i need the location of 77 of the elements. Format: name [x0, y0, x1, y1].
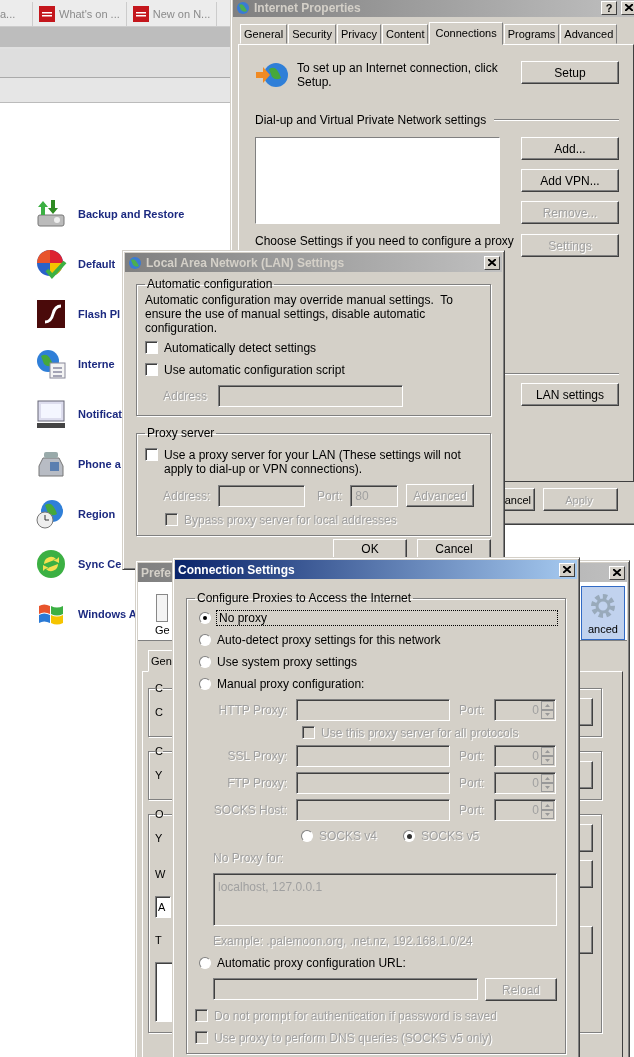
close-button[interactable] [484, 255, 500, 270]
help-button[interactable]: ? [601, 0, 617, 15]
group-label: Proxy server [146, 426, 216, 440]
radio-button[interactable]: Manual proxy configuration: [195, 677, 557, 691]
vpn-button[interactable]: Add... [521, 137, 619, 160]
globe-list-icon [35, 348, 67, 380]
monitor-icon [35, 398, 67, 430]
proxy-text: Choose Settings if you need to configure a proxy [255, 234, 514, 248]
tab[interactable]: Gen [148, 650, 175, 672]
toolbar-item[interactable]: anced [581, 586, 625, 640]
option-text: T [155, 934, 162, 946]
window-title: Prefe [141, 565, 172, 580]
control-panel-link[interactable]: Phone a [78, 458, 121, 470]
radio-button[interactable]: Auto-detect proxy settings for this network [195, 633, 557, 647]
radio-button[interactable]: Automatic proxy configuration URL: [195, 956, 557, 970]
option-text: Y [155, 832, 163, 844]
page-icon [156, 594, 169, 622]
drive-arrows-icon [35, 198, 67, 230]
host-field[interactable] [296, 772, 450, 794]
host-field[interactable] [296, 699, 450, 721]
group-label: Configure Proxies to Access the Internet [196, 591, 413, 605]
control-panel-link[interactable]: Notificat [78, 408, 122, 420]
tab[interactable]: General [240, 24, 288, 44]
description-text: Automatic configuration may override manual settings. To ensure the use of manual settings, disable automatic configuration. [145, 293, 454, 335]
control-panel-link[interactable]: Interne [78, 358, 115, 370]
window-title: Internet Properties [254, 0, 361, 15]
tab[interactable]: Connections [429, 22, 503, 45]
group-label: C [155, 745, 163, 757]
group-label: O [155, 808, 164, 820]
globe-icon [236, 0, 250, 15]
tab[interactable]: Security [288, 24, 336, 44]
checkbox[interactable]: Use a proxy server for your LAN (These settings will not apply to dial-up or VPN connections). [145, 448, 482, 476]
control-panel-link[interactable]: Sync Ce [78, 558, 122, 570]
tab[interactable]: Advanced [560, 24, 618, 44]
control-panel-link[interactable]: Flash Pl [78, 308, 121, 320]
close-icon [625, 4, 633, 11]
close-button[interactable] [621, 0, 634, 15]
control-panel-link[interactable]: Region [78, 508, 116, 520]
close-icon [613, 569, 621, 576]
input-field[interactable]: A [155, 896, 171, 918]
group-label: Automatic configuration [146, 277, 274, 291]
tab[interactable]: Privacy [336, 24, 381, 44]
section-heading: Dial-up and Virtual Private Network settings [255, 113, 487, 127]
address-field[interactable] [218, 484, 305, 507]
option-text: C [155, 706, 163, 718]
flash-icon [35, 298, 67, 330]
toolbar-item[interactable]: Ge [155, 590, 170, 640]
orb-check-icon [35, 248, 67, 280]
radio-button[interactable]: Use system proxy settings [195, 655, 557, 669]
group-label: C [155, 682, 163, 694]
option-text: W [155, 868, 166, 880]
sync-icon [35, 548, 67, 580]
radio-button[interactable]: No proxy [195, 611, 557, 625]
control-panel-link[interactable]: Default [78, 258, 116, 270]
option-text: Y [155, 769, 163, 781]
host-field[interactable] [296, 745, 450, 767]
close-button[interactable] [609, 565, 625, 580]
gear-icon [588, 591, 618, 621]
control-panel-link[interactable]: Backup and Restore [78, 208, 185, 220]
setup-button[interactable]: Setup [521, 61, 619, 84]
window-title: Connection Settings [178, 562, 295, 577]
close-icon [488, 259, 496, 266]
close-icon [563, 566, 571, 573]
dialog-button[interactable]: Cancel [417, 539, 491, 559]
close-button[interactable] [559, 562, 575, 577]
checkbox[interactable]: Automatically detect settings [145, 341, 482, 355]
globe-icon [128, 255, 142, 270]
tab[interactable]: Content [381, 24, 429, 44]
tab[interactable]: Programs [503, 24, 560, 44]
checkbox[interactable]: Use automatic configuration script [145, 363, 482, 377]
setup-text: To set up an Internet connection, click Setup. [297, 61, 499, 89]
host-field[interactable] [296, 799, 450, 821]
globe-arrow-icon [255, 61, 289, 89]
lan-settings-button[interactable]: LAN settings [521, 383, 619, 406]
dialog-button[interactable]: OK [333, 539, 407, 559]
vpn-button[interactable]: Add VPN... [521, 169, 619, 192]
address-field[interactable] [218, 385, 403, 407]
